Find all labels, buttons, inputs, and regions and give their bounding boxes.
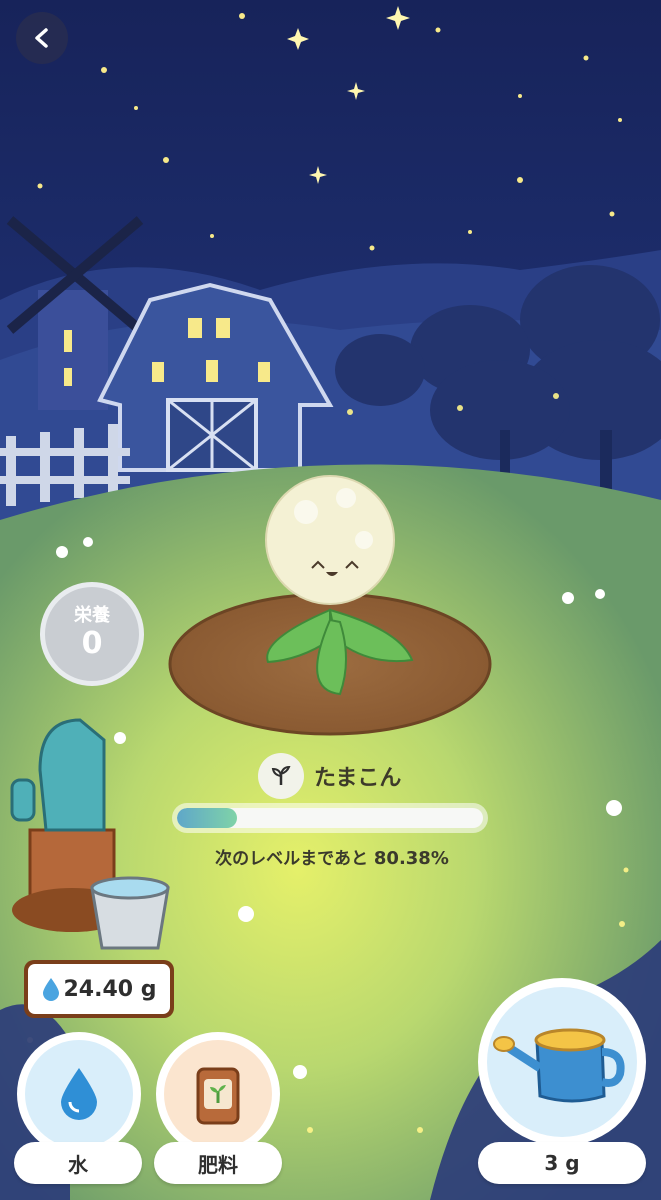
chevron-left-icon bbox=[35, 28, 48, 48]
fertilizer-action-button[interactable] bbox=[156, 1032, 280, 1156]
plant-name-row: たまこん bbox=[258, 752, 401, 800]
level-remaining-percent: 80.38% bbox=[373, 848, 449, 869]
level-remaining-text: 次のレベルまであと 80.38% bbox=[174, 844, 490, 869]
back-button[interactable] bbox=[16, 12, 68, 64]
nutrition-badge: 栄養 0 bbox=[40, 582, 144, 686]
watering-can-icon bbox=[493, 1028, 625, 1103]
watering-can-amount[interactable]: 3 g bbox=[478, 1142, 646, 1184]
level-remaining-label: 次のレベルまであと bbox=[215, 849, 368, 869]
water-action-label[interactable]: 水 bbox=[14, 1142, 142, 1184]
water-stock-panel: 24.40 g bbox=[24, 960, 174, 1018]
fertilizer-bag-icon bbox=[196, 1067, 240, 1125]
water-drop-icon bbox=[61, 1068, 97, 1120]
nutrition-label: 栄養 bbox=[74, 605, 110, 626]
watering-can-button[interactable] bbox=[478, 978, 646, 1146]
plant-name: たまこん bbox=[314, 766, 402, 791]
water-stock-amount: 24.40 g bbox=[63, 976, 157, 1002]
sprout-icon bbox=[258, 753, 304, 799]
water-action-button[interactable] bbox=[17, 1032, 141, 1156]
water-drop-icon bbox=[42, 978, 59, 1001]
level-progress-fill bbox=[177, 808, 238, 828]
nutrition-value: 0 bbox=[81, 626, 103, 661]
level-progress-bar bbox=[172, 803, 488, 833]
fertilizer-action-label[interactable]: 肥料 bbox=[154, 1142, 282, 1184]
